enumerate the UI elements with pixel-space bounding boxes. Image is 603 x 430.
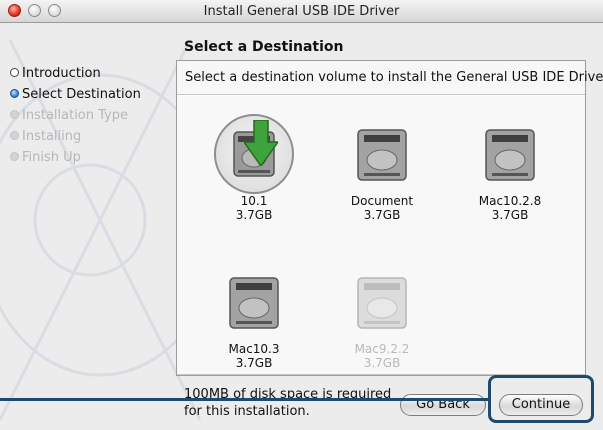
volume-size: 3.7GB bbox=[363, 208, 401, 222]
step-label: Finish Up bbox=[22, 150, 81, 165]
instructions-text: Select a destination volume to install t… bbox=[177, 61, 603, 95]
step-installing: Installing bbox=[10, 126, 141, 147]
step-pending-bullet-icon bbox=[10, 110, 19, 119]
step-done-bullet-icon bbox=[10, 68, 19, 77]
volume-mac10-3[interactable]: Mac10.3 3.7GB bbox=[199, 262, 309, 370]
window-title: Install General USB IDE Driver bbox=[203, 4, 400, 19]
volume-document[interactable]: Document 3.7GB bbox=[327, 114, 437, 222]
step-pending-bullet-icon bbox=[10, 152, 19, 161]
install-arrow-icon bbox=[244, 120, 278, 166]
installer-window: Install General USB IDE Driver Select a … bbox=[0, 0, 603, 430]
disk-space-note: 100MB of disk space is required for this… bbox=[184, 386, 391, 420]
hard-drive-icon bbox=[357, 277, 407, 329]
step-current-bullet-icon bbox=[10, 89, 19, 98]
step-label: Introduction bbox=[22, 66, 101, 81]
step-installation-type: Installation Type bbox=[10, 105, 141, 126]
step-introduction: Introduction bbox=[10, 63, 141, 84]
step-label: Installation Type bbox=[22, 108, 128, 123]
volume-mac10-2-8[interactable]: Mac10.2.8 3.7GB bbox=[455, 114, 565, 222]
step-select-destination: Select Destination bbox=[10, 84, 141, 105]
volume-name: Mac10.3 bbox=[228, 342, 280, 356]
step-label: Select Destination bbox=[22, 87, 141, 102]
step-label: Installing bbox=[22, 129, 82, 144]
volume-name: Mac10.2.8 bbox=[478, 194, 542, 208]
destination-panel: Select a destination volume to install t… bbox=[176, 60, 603, 376]
volume-size: 3.7GB bbox=[491, 208, 529, 222]
page-title: Select a Destination bbox=[184, 39, 344, 55]
volume-list: 10.1 3.7GB Document 3.7GB Mac10.2.8 3.7G… bbox=[177, 96, 585, 375]
step-pending-bullet-icon bbox=[10, 131, 19, 140]
volume-name: Mac9.2.2 bbox=[354, 342, 410, 356]
hard-drive-icon bbox=[229, 277, 279, 329]
volume-size: 3.7GB bbox=[363, 356, 401, 370]
annotation-highlight-box bbox=[488, 375, 594, 423]
volume-name: Document bbox=[350, 194, 414, 208]
volume-10-1[interactable]: 10.1 3.7GB bbox=[199, 114, 309, 222]
volume-size: 3.7GB bbox=[235, 208, 273, 222]
hard-drive-icon bbox=[485, 129, 535, 181]
disk-space-line-2: for this installation. bbox=[184, 404, 310, 419]
volume-name: 10.1 bbox=[240, 194, 268, 208]
installer-steps: Introduction Select Destination Installa… bbox=[10, 63, 141, 168]
annotation-callout-line bbox=[0, 398, 489, 401]
volume-mac9-2-2: Mac9.2.2 3.7GB bbox=[327, 262, 437, 370]
volume-size: 3.7GB bbox=[235, 356, 273, 370]
hard-drive-icon bbox=[357, 129, 407, 181]
step-finish-up: Finish Up bbox=[10, 147, 141, 168]
